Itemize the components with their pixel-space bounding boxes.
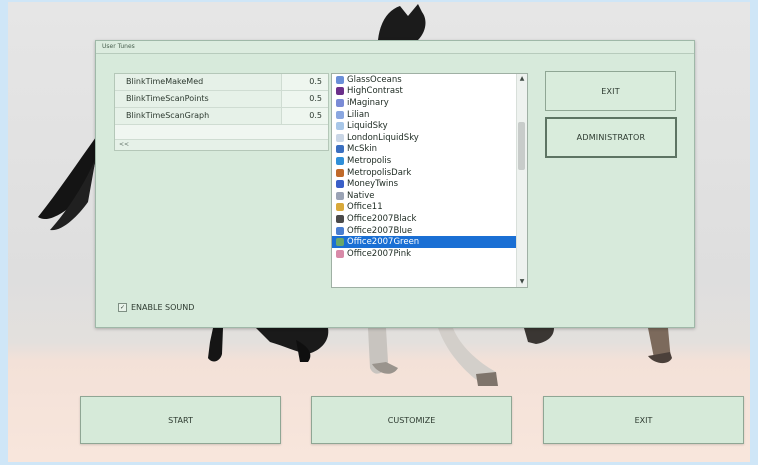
skin-icon <box>336 168 344 177</box>
skin-label: LiquidSky <box>347 121 388 132</box>
scroll-up-arrow-icon[interactable]: ▲ <box>517 74 527 84</box>
skin-icon <box>336 238 344 247</box>
skin-icon <box>336 249 344 258</box>
enable-sound-checkbox[interactable]: ✓ ENABLE SOUND <box>118 303 194 312</box>
list-item[interactable]: Office2007Pink <box>332 248 517 260</box>
skin-icon <box>336 214 344 223</box>
checkbox-check-icon[interactable]: ✓ <box>118 303 127 312</box>
list-item[interactable]: Office2007Blue <box>332 225 517 237</box>
skin-list[interactable]: GlassOceans HighContrast iMaginary Lilian Li… <box>331 73 528 288</box>
skin-label: McSkin <box>347 144 378 155</box>
skin-label: HighContrast <box>347 86 403 97</box>
list-item[interactable]: GlassOceans <box>332 74 517 86</box>
skin-label: Office2007Pink <box>347 248 412 259</box>
grid-empty-row[interactable] <box>115 125 328 140</box>
list-item[interactable]: Native <box>332 190 517 202</box>
skin-icon <box>336 98 344 107</box>
grid-row-value[interactable]: 0.5 <box>281 91 328 107</box>
scroll-down-arrow-icon[interactable]: ▼ <box>517 277 527 287</box>
skin-label: Metropolis <box>347 155 392 166</box>
skin-label: Office2007Green <box>347 237 420 248</box>
grid-row-name: BlinkTimeScanPoints <box>126 94 209 103</box>
grid-footer[interactable]: << <box>115 140 328 150</box>
list-item[interactable]: McSkin <box>332 144 517 156</box>
grid-row-value[interactable]: 0.5 <box>281 108 328 124</box>
skin-icon <box>336 75 344 84</box>
skin-label: Office2007Black <box>347 213 417 224</box>
grid-row-name: BlinkTimeMakeMed <box>126 77 204 86</box>
list-item[interactable]: MoneyTwins <box>332 178 517 190</box>
enable-sound-label: ENABLE SOUND <box>131 303 195 312</box>
skin-label: MetropolisDark <box>347 167 412 178</box>
grid-row-value[interactable]: 0.5 <box>281 74 328 90</box>
skin-label: LondonLiquidSky <box>347 132 419 143</box>
skin-icon <box>336 156 344 165</box>
skin-icon <box>336 191 344 200</box>
skin-list-scrollbar[interactable]: ▲ ▼ <box>516 74 527 287</box>
list-item[interactable]: LiquidSky <box>332 120 517 132</box>
dialog-title: User Tunes <box>96 41 694 54</box>
skin-label: iMaginary <box>347 97 389 108</box>
list-item[interactable]: Lilian <box>332 109 517 121</box>
list-item[interactable]: Office2007Black <box>332 213 517 225</box>
scroll-thumb[interactable] <box>518 122 525 170</box>
dialog-exit-button[interactable]: EXIT <box>545 71 676 111</box>
grid-row[interactable]: BlinkTimeMakeMed 0.5 <box>115 74 328 91</box>
skin-icon <box>336 110 344 119</box>
exit-button[interactable]: EXIT <box>543 396 744 444</box>
skin-list-items: GlassOceans HighContrast iMaginary Lilian Li… <box>332 74 517 260</box>
skin-icon <box>336 226 344 235</box>
list-item[interactable]: iMaginary <box>332 97 517 109</box>
user-tunes-dialog: User Tunes BlinkTimeMakeMed 0.5 BlinkTim… <box>95 40 695 328</box>
skin-label: Office2007Blue <box>347 225 413 236</box>
skin-label: Office11 <box>347 202 383 213</box>
settings-grid: BlinkTimeMakeMed 0.5 BlinkTimeScanPoints… <box>114 73 329 151</box>
skin-label: Lilian <box>347 109 370 120</box>
skin-icon <box>336 133 344 142</box>
skin-icon <box>336 203 344 212</box>
grid-row-name: BlinkTimeScanGraph <box>126 111 210 120</box>
skin-label: GlassOceans <box>347 74 402 85</box>
customize-button[interactable]: CUSTOMIZE <box>311 396 512 444</box>
list-item[interactable]: HighContrast <box>332 86 517 98</box>
skin-icon <box>336 180 344 189</box>
grid-row[interactable]: BlinkTimeScanGraph 0.5 <box>115 108 328 125</box>
list-item[interactable]: Office11 <box>332 202 517 214</box>
grid-row[interactable]: BlinkTimeScanPoints 0.5 <box>115 91 328 108</box>
list-item[interactable]: Office2007Green <box>332 236 517 248</box>
list-item[interactable]: Metropolis <box>332 155 517 167</box>
list-item[interactable]: LondonLiquidSky <box>332 132 517 144</box>
skin-label: Native <box>347 190 375 201</box>
skin-label: MoneyTwins <box>347 179 399 190</box>
start-button[interactable]: START <box>80 396 281 444</box>
skin-icon <box>336 145 344 154</box>
list-item[interactable]: MetropolisDark <box>332 167 517 179</box>
skin-icon <box>336 122 344 131</box>
administrator-button[interactable]: ADMINISTRATOR <box>545 117 677 158</box>
skin-icon <box>336 87 344 96</box>
